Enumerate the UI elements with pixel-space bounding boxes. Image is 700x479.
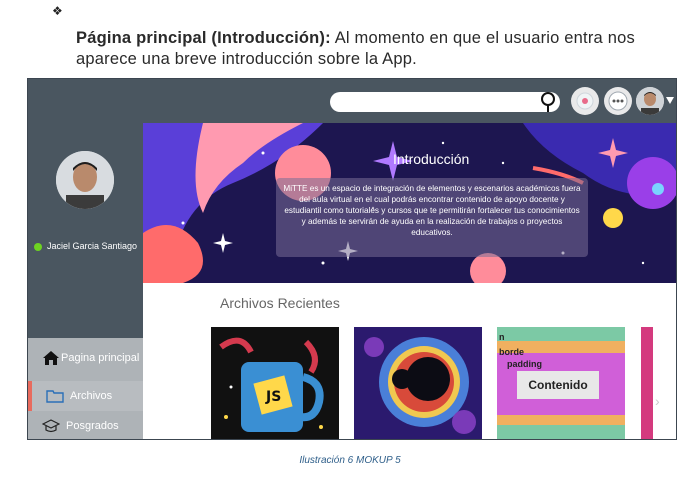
intro-title: Introducción xyxy=(393,151,470,167)
file-thumbnail-js[interactable]: JS xyxy=(211,327,339,439)
notification-icon[interactable] xyxy=(571,87,599,115)
chevron-down-icon[interactable] xyxy=(666,97,674,104)
file-thumbnail-fractal[interactable] xyxy=(354,327,482,439)
chat-icon[interactable] xyxy=(604,87,632,115)
document-heading: Página principal (Introducción): xyxy=(76,29,331,47)
home-icon xyxy=(43,351,59,365)
box-model-label: n xyxy=(499,332,505,342)
app-mockup: Jaciel Garcia Santiago Pagina principal … xyxy=(27,78,677,440)
box-model-border-label: borde xyxy=(499,347,525,357)
box-model-content-label: Contenido xyxy=(517,371,599,399)
main-content: Introducción MiTTE es un espacio de inte… xyxy=(143,123,676,439)
document-paragraph: Página principal (Introducción): Al mome… xyxy=(76,28,681,70)
top-bar xyxy=(28,79,676,123)
graduation-cap-icon xyxy=(42,419,60,433)
file-thumbnail-box-model[interactable]: n borde padding Contenido xyxy=(497,327,625,439)
sidebar-item-home[interactable]: Pagina principal xyxy=(28,343,143,373)
intro-description: MiTTE es un espacio de integración de el… xyxy=(276,178,588,257)
online-status-icon xyxy=(34,243,42,251)
sidebar-item-label: Posgrados xyxy=(66,420,119,432)
figure-caption: Ilustración 6 MOKUP 5 xyxy=(299,455,401,466)
sidebar-item-label: Pagina principal xyxy=(61,352,140,364)
bullet-icon: ❖ xyxy=(52,4,63,18)
sidebar: Jaciel Garcia Santiago Pagina principal … xyxy=(28,123,143,439)
folder-icon xyxy=(46,390,64,403)
chevron-right-icon[interactable]: › xyxy=(655,393,660,409)
box-model-padding-label: padding xyxy=(507,359,542,369)
recent-files-heading: Archivos Recientes xyxy=(220,295,340,311)
sidebar-item-label: Archivos xyxy=(70,390,113,402)
user-name: Jaciel Garcia Santiago xyxy=(47,241,138,251)
sidebar-item-posgrados[interactable]: Posgrados xyxy=(28,411,143,439)
js-logo-text: JS xyxy=(265,389,281,405)
intro-banner: Introducción MiTTE es un espacio de inte… xyxy=(143,123,676,283)
sidebar-item-archivos[interactable]: Archivos xyxy=(28,381,143,411)
search-icon[interactable] xyxy=(538,90,558,114)
sidebar-nav: Pagina principal Archivos Posgrados xyxy=(28,338,143,439)
avatar xyxy=(56,151,114,209)
user-avatar-icon[interactable] xyxy=(636,87,664,115)
search-input[interactable] xyxy=(330,92,560,112)
file-thumbnail-partial[interactable] xyxy=(641,327,653,439)
